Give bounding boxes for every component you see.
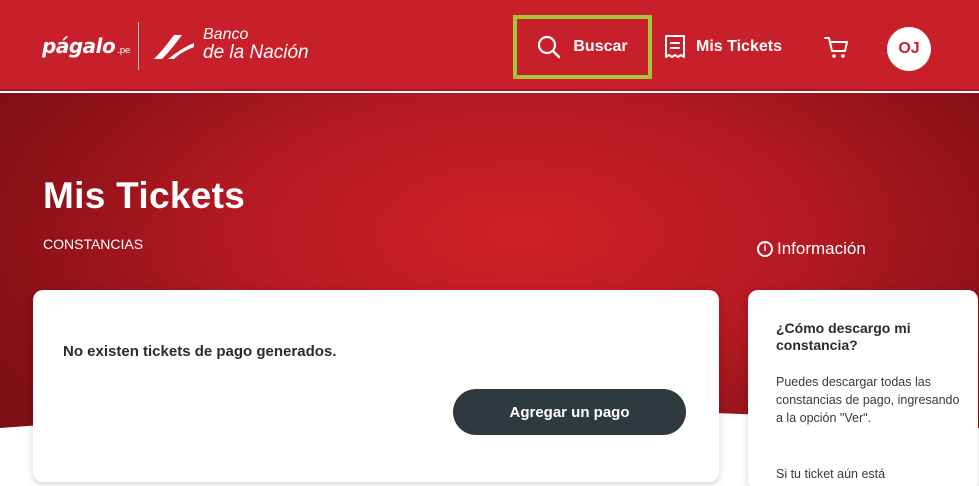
top-header: págalo .pe Banco de la Nación Buscar Mis …	[0, 0, 979, 91]
pagalo-logo-suffix: .pe	[117, 46, 130, 56]
cart-icon[interactable]	[823, 33, 851, 61]
empty-tickets-message: No existen tickets de pago generados.	[63, 343, 337, 360]
nav-mis-tickets-label: Mis Tickets	[696, 38, 782, 55]
pagalo-logo-text: págalo	[42, 34, 116, 58]
help-card-paragraph-1: Puedes descargar todas las constancias d…	[776, 375, 960, 425]
logo-divider	[138, 22, 139, 70]
banco-nacion-logo-icon	[154, 35, 194, 59]
page-title: Mis Tickets	[43, 175, 246, 216]
search-icon	[538, 35, 561, 59]
nav-mis-tickets[interactable]: Mis Tickets	[664, 33, 782, 61]
tickets-card: No existen tickets de pago generados. Ag…	[33, 290, 719, 482]
bank-name-line2: de la Nación	[203, 42, 309, 63]
help-card: ¿Cómo descargo mi constancia? Puedes des…	[748, 290, 978, 486]
receipt-icon	[665, 35, 685, 58]
add-payment-button[interactable]: Agregar un pago	[453, 389, 686, 435]
user-avatar[interactable]: OJ	[887, 27, 931, 71]
help-card-title: ¿Cómo descargo mi constancia?	[776, 320, 911, 353]
page-subtitle: CONSTANCIAS	[43, 236, 144, 252]
info-link[interactable]: i Información	[757, 239, 866, 259]
search-label: Buscar	[573, 38, 628, 55]
help-card-paragraph-2: Si tu ticket aún está	[776, 467, 886, 481]
banco-nacion-logo-text: Banco de la Nación	[203, 26, 309, 62]
info-label: Información	[777, 239, 866, 258]
search-button[interactable]: Buscar	[513, 15, 652, 79]
pagalo-logo[interactable]: págalo .pe	[42, 34, 130, 58]
info-icon: i	[757, 241, 773, 257]
